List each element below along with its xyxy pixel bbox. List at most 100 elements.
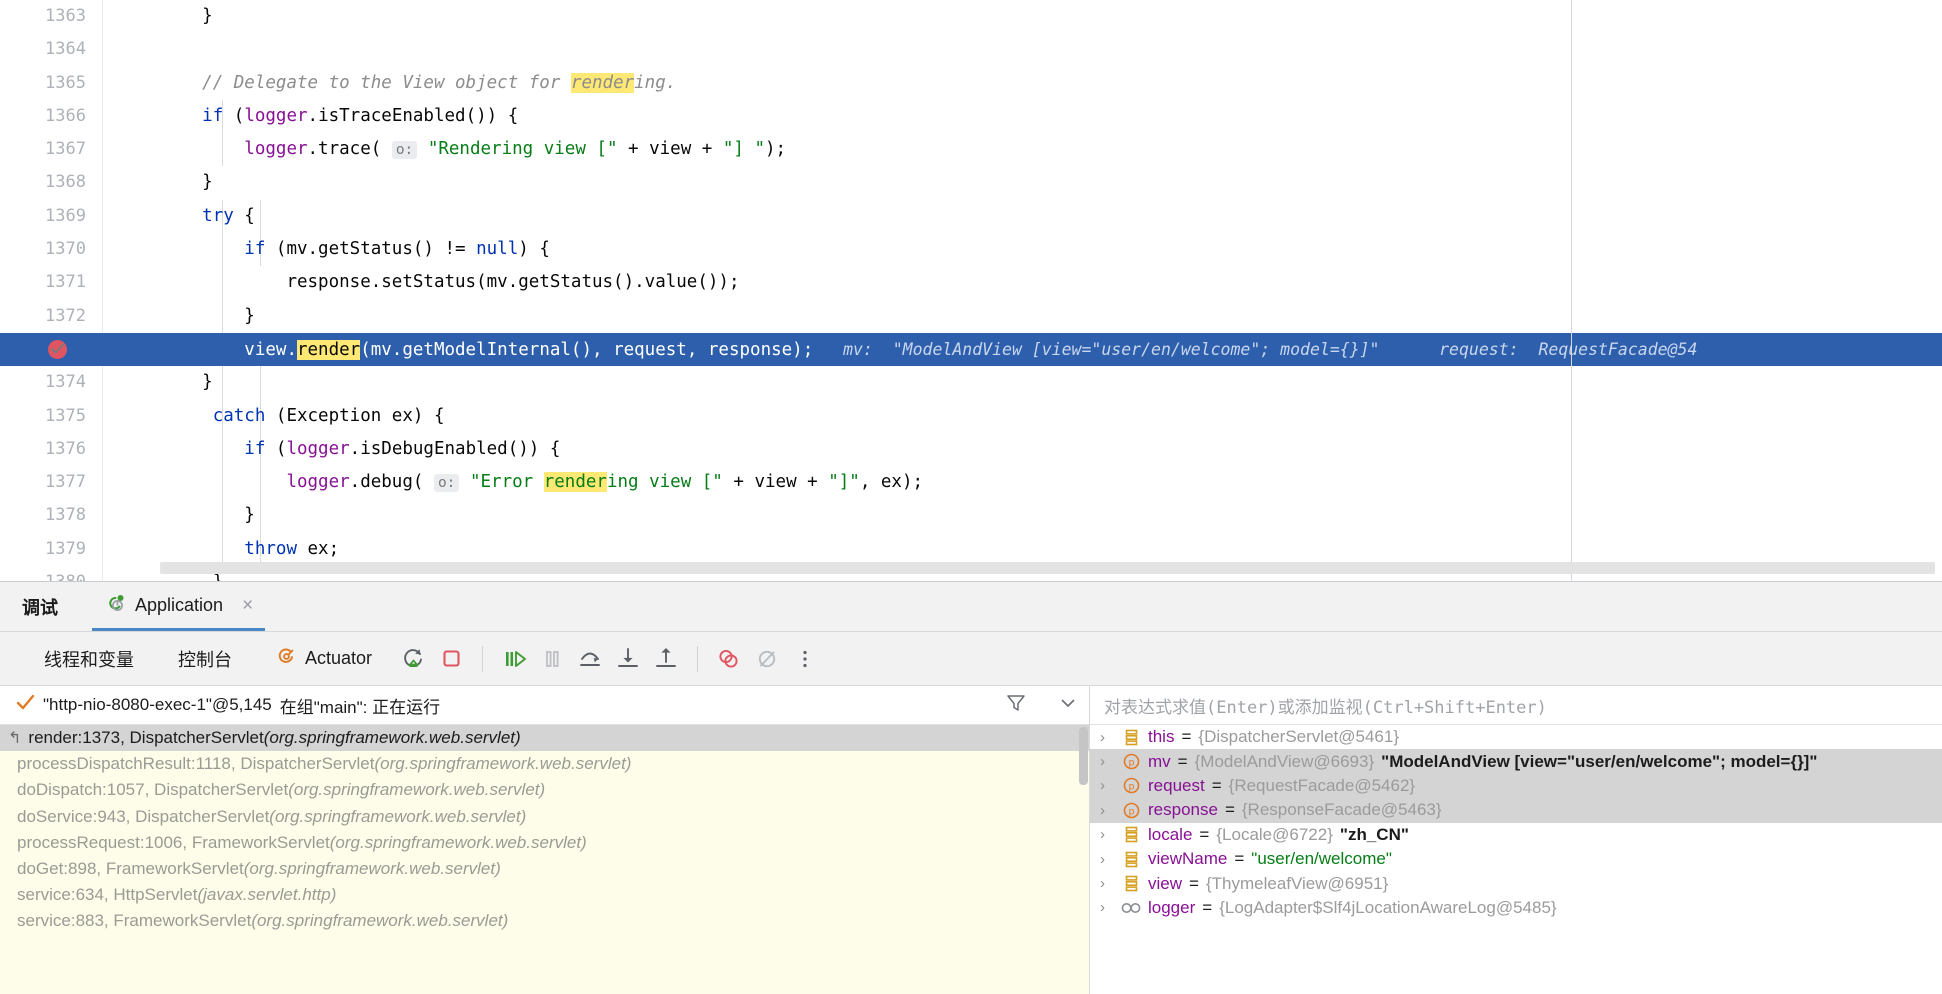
code-line[interactable]: 1378 } bbox=[0, 499, 1942, 532]
close-icon[interactable]: × bbox=[242, 596, 253, 615]
code-line[interactable]: 1363 } bbox=[0, 0, 1942, 33]
code-line[interactable]: 1374 } bbox=[0, 366, 1942, 399]
variable-row[interactable]: › p response = {ResponseFacade@5463} bbox=[1090, 798, 1942, 823]
expand-chevron-icon[interactable]: › bbox=[1100, 777, 1114, 794]
stack-frame-row[interactable]: service:883, FrameworkServlet (org.sprin… bbox=[0, 908, 1089, 934]
stack-frame-row[interactable]: doGet:898, FrameworkServlet (org.springf… bbox=[0, 856, 1089, 882]
code-line[interactable]: 1376 if (logger.isDebugEnabled()) { bbox=[0, 433, 1942, 466]
toolbar-separator bbox=[697, 645, 699, 672]
expand-chevron-icon[interactable]: › bbox=[1100, 875, 1114, 892]
tab-threads-and-variables-label: 线程和变量 bbox=[44, 649, 134, 670]
thread-selector[interactable]: "http-nio-8080-exec-1"@5,145 在组"main": 正… bbox=[0, 686, 1089, 725]
tab-application-label: Application bbox=[135, 594, 224, 615]
stack-frame-method: render:1373, DispatcherServlet bbox=[28, 728, 264, 748]
variable-row[interactable]: › p mv = {ModelAndView@6693} "ModelAndVi… bbox=[1090, 749, 1942, 774]
breakpoint-icon[interactable] bbox=[48, 339, 67, 359]
tab-threads-and-variables[interactable]: 线程和变量 bbox=[22, 632, 156, 685]
line-number: 1367 bbox=[45, 139, 86, 160]
tab-console[interactable]: 控制台 bbox=[156, 632, 254, 685]
tab-application[interactable]: Application × bbox=[92, 582, 266, 631]
code-line[interactable]: 1367 logger.trace( o: "Rendering view ["… bbox=[0, 133, 1942, 166]
tab-actuator[interactable]: Actuator bbox=[254, 632, 394, 685]
field-icon bbox=[1121, 728, 1141, 746]
line-content: logger.debug( o: "Error rendering view [… bbox=[286, 472, 924, 493]
stack-frame-row[interactable]: processRequest:1006, FrameworkServlet (o… bbox=[0, 830, 1089, 856]
current-execution-line[interactable]: view.render(mv.getModelInternal(), reque… bbox=[0, 332, 1942, 367]
stack-frame-row[interactable]: doDispatch:1057, DispatcherServlet (org.… bbox=[0, 777, 1089, 803]
stack-frame-row[interactable]: ↰ render:1373, DispatcherServlet (org.sp… bbox=[0, 725, 1089, 752]
gutter-band bbox=[103, 566, 160, 581]
code-line[interactable]: 1364 bbox=[0, 33, 1942, 66]
code-line[interactable]: 1365 // Delegate to the View object for … bbox=[0, 67, 1942, 100]
expand-chevron-icon[interactable]: › bbox=[1100, 899, 1114, 916]
expand-chevron-icon[interactable]: › bbox=[1100, 826, 1114, 843]
line-number: 1378 bbox=[45, 505, 86, 526]
stack-frame-method: doDispatch:1057, DispatcherServlet bbox=[17, 780, 289, 800]
stack-frame-row[interactable]: doService:943, DispatcherServlet (org.sp… bbox=[0, 804, 1089, 830]
variable-row[interactable]: › logger = {LogAdapter$Slf4jLocationAwar… bbox=[1090, 896, 1942, 920]
search-match: render bbox=[570, 72, 635, 93]
evaluate-expression-bar[interactable]: 对表达式求值(Enter)或添加监视(Ctrl+Shift+Enter) bbox=[1090, 686, 1942, 725]
variable-name: viewName bbox=[1148, 849, 1228, 869]
code-lines-container[interactable]: 1363 } 1364 1365 // Delegate to the View… bbox=[0, 0, 1942, 581]
gutter-band bbox=[103, 499, 160, 532]
stack-frame-row[interactable]: service:634, HttpServlet (javax.servlet.… bbox=[0, 882, 1089, 908]
line-content: if (mv.getStatus() != null) { bbox=[244, 239, 550, 260]
thread-group-status: 在组"main": 正在运行 bbox=[279, 697, 441, 717]
frames-scrollbar[interactable] bbox=[1079, 727, 1088, 785]
rerun-icon[interactable] bbox=[394, 640, 432, 678]
variable-row[interactable]: › locale = {Locale@6722} "zh_CN" bbox=[1090, 823, 1942, 847]
variable-row[interactable]: › this = {DispatcherServlet@5461} bbox=[1090, 725, 1942, 749]
code-line[interactable]: 1372 } bbox=[0, 300, 1942, 333]
field-icon bbox=[1121, 875, 1141, 893]
code-line[interactable]: 1371 response.setStatus(mv.getStatus().v… bbox=[0, 266, 1942, 299]
step-into-icon[interactable] bbox=[609, 640, 647, 678]
variables-list[interactable]: › this = {DispatcherServlet@5461} › p mv… bbox=[1090, 725, 1942, 994]
variable-row[interactable]: › p request = {RequestFacade@5462} bbox=[1090, 773, 1942, 799]
mute-breakpoints-icon[interactable] bbox=[748, 640, 786, 678]
variable-name: view bbox=[1148, 873, 1183, 893]
code-editor[interactable]: 1363 } 1364 1365 // Delegate to the View… bbox=[0, 0, 1942, 582]
variable-equals: = bbox=[1234, 849, 1245, 869]
expand-chevron-icon[interactable]: › bbox=[1100, 729, 1114, 746]
step-out-icon[interactable] bbox=[647, 640, 685, 678]
code-line[interactable]: 1377 logger.debug( o: "Error rendering v… bbox=[0, 466, 1942, 499]
expand-chevron-icon[interactable]: › bbox=[1100, 753, 1114, 770]
variable-row[interactable]: › viewName = "user/en/welcome" bbox=[1090, 847, 1942, 871]
thread-name: "http-nio-8080-exec-1"@5,145 bbox=[43, 695, 272, 714]
expand-chevron-icon[interactable]: › bbox=[1100, 802, 1114, 819]
code-line[interactable]: 1366 if (logger.isTraceEnabled()) { bbox=[0, 100, 1942, 133]
filter-icon[interactable] bbox=[1005, 692, 1027, 719]
variable-name: mv bbox=[1148, 751, 1171, 771]
expand-chevron-icon[interactable]: › bbox=[1100, 851, 1114, 868]
gutter-band bbox=[103, 266, 160, 299]
pause-icon[interactable] bbox=[533, 640, 571, 678]
stack-frame-package: (org.springframework.web.servlet) bbox=[243, 859, 501, 879]
code-line[interactable]: 1375 catch (Exception ex) { bbox=[0, 400, 1942, 433]
code-line[interactable]: 1370 if (mv.getStatus() != null) { bbox=[0, 233, 1942, 266]
more-options-icon[interactable] bbox=[786, 640, 824, 678]
call-stack-list[interactable]: ↰ render:1373, DispatcherServlet (org.sp… bbox=[0, 725, 1089, 994]
line-number: 1376 bbox=[45, 438, 86, 459]
code-token: } bbox=[244, 305, 255, 326]
gutter-band bbox=[103, 166, 160, 199]
tab-actuator-label: Actuator bbox=[305, 648, 373, 668]
code-line[interactable]: 1368 } bbox=[0, 166, 1942, 199]
variable-value: "zh_CN" bbox=[1339, 824, 1409, 844]
resume-icon[interactable] bbox=[495, 640, 533, 678]
stack-frame-package: (org.springframework.web.servlet) bbox=[263, 728, 521, 748]
stop-icon[interactable] bbox=[432, 640, 470, 678]
line-number: 1380 bbox=[0, 566, 103, 581]
stack-frame-method: doGet:898, FrameworkServlet bbox=[17, 859, 244, 879]
view-breakpoints-icon[interactable] bbox=[710, 640, 748, 678]
chevron-down-icon[interactable] bbox=[1057, 692, 1079, 719]
debug-content: "http-nio-8080-exec-1"@5,145 在组"main": 正… bbox=[0, 686, 1942, 994]
variable-equals: = bbox=[1202, 897, 1213, 917]
step-over-icon[interactable] bbox=[571, 640, 609, 678]
gutter-band bbox=[103, 466, 160, 499]
gutter-band bbox=[103, 67, 160, 100]
code-line[interactable]: 1369 try { bbox=[0, 200, 1942, 233]
stack-frame-row[interactable]: processDispatchResult:1118, DispatcherSe… bbox=[0, 751, 1089, 777]
variable-row[interactable]: › view = {ThymeleafView@6951} bbox=[1090, 871, 1942, 895]
editor-horizontal-scrollbar[interactable] bbox=[160, 562, 1935, 574]
